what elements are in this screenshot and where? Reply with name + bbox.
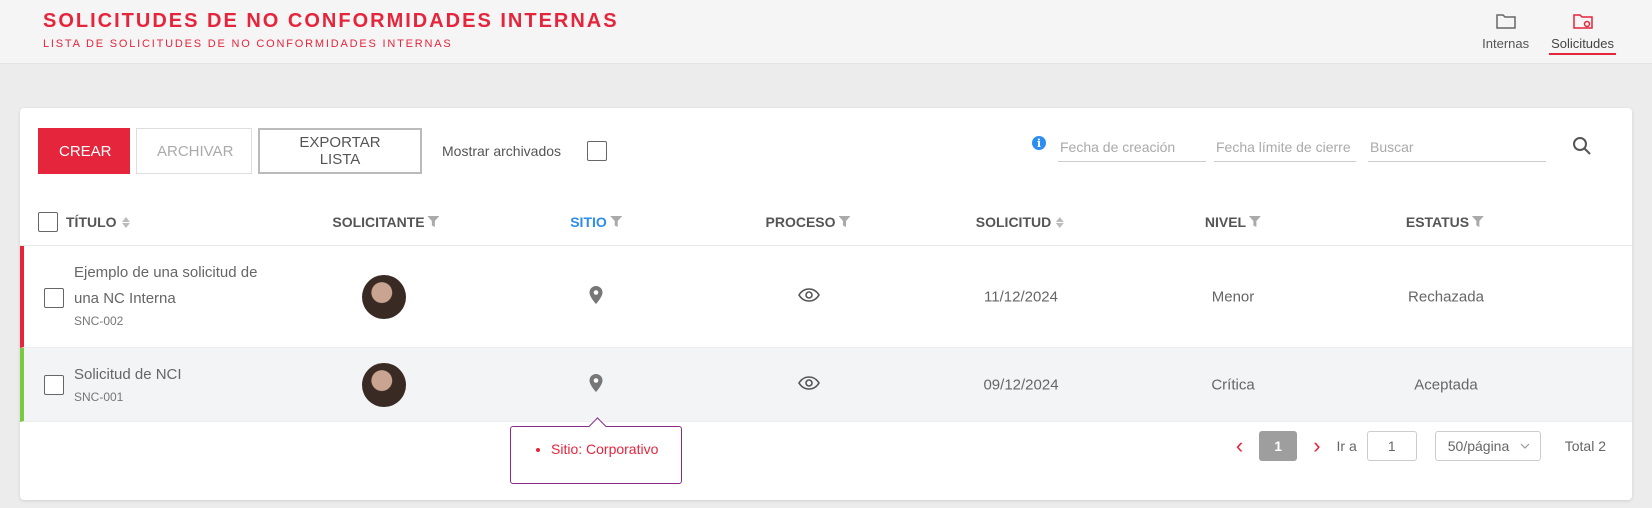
toolbar: CREAR ARCHIVAR EXPORTAR LISTA Mostrar ar… — [38, 128, 608, 174]
deadline-date-input[interactable] — [1214, 132, 1356, 162]
avatar — [362, 363, 406, 407]
column-level-label: NIVEL — [1204, 214, 1247, 230]
column-status-label: ESTATUS — [1405, 214, 1470, 230]
nav-internas[interactable]: Internas — [1480, 12, 1531, 55]
process-view-button[interactable] — [798, 288, 820, 306]
row-title[interactable]: Solicitud de NCI — [74, 362, 284, 388]
column-request-label: SOLICITUD — [975, 214, 1052, 230]
row-code: SNC-002 — [74, 314, 124, 328]
export-list-button[interactable]: EXPORTAR LISTA — [258, 128, 422, 174]
row-code: SNC-001 — [74, 390, 124, 404]
site-tooltip: Sitio: Corporativo — [510, 426, 682, 484]
column-level[interactable]: NIVEL — [1204, 214, 1262, 230]
row-title-block: Solicitud de NCI SNC-001 — [74, 362, 284, 404]
column-requester-label: SOLICITANTE — [332, 214, 425, 230]
row-title-block: Ejemplo de una solicitud de una NC Inter… — [74, 260, 284, 328]
create-button[interactable]: CREAR — [38, 128, 130, 174]
nav-solicitudes[interactable]: Solicitudes — [1549, 12, 1616, 55]
column-process[interactable]: PROCESO — [765, 214, 851, 230]
column-requester[interactable]: SOLICITANTE — [332, 214, 440, 230]
sort-icon[interactable] — [121, 216, 130, 228]
table-header: TÍTULO SOLICITANTE SITIO PROCESO SOLICIT… — [20, 186, 1632, 246]
column-status[interactable]: ESTATUS — [1405, 214, 1485, 230]
filters: i — [1032, 132, 1592, 162]
site-pin-button[interactable] — [589, 286, 603, 308]
nav-internas-label: Internas — [1482, 36, 1530, 51]
row-date: 09/12/2024 — [983, 376, 1059, 394]
info-icon[interactable]: i — [1032, 136, 1046, 150]
eye-icon — [798, 288, 820, 302]
archive-button[interactable]: ARCHIVAR — [136, 128, 252, 174]
eye-icon — [798, 376, 820, 390]
search-input[interactable] — [1368, 132, 1546, 162]
column-title-label: TÍTULO — [66, 214, 117, 230]
page-title: SOLICITUDES DE NO CONFORMIDADES INTERNAS — [43, 10, 619, 32]
filter-icon[interactable] — [1472, 216, 1485, 228]
page-subtitle: LISTA DE SOLICITUDES DE NO CONFORMIDADES… — [43, 38, 453, 50]
filter-icon[interactable] — [609, 216, 622, 228]
table-row[interactable]: Solicitud de NCI SNC-001 09/12/2024 Crít… — [20, 348, 1632, 422]
site-pin-button[interactable] — [589, 374, 603, 396]
total-count: Total 2 — [1564, 438, 1606, 454]
row-checkbox[interactable] — [44, 375, 64, 395]
row-status: Aceptada — [1414, 376, 1478, 394]
row-level: Menor — [1211, 288, 1255, 306]
location-pin-icon — [589, 286, 603, 304]
show-archived-checkbox[interactable] — [587, 141, 608, 161]
pagination: ‹ 1 › Ir a 50/página Total 2 — [1230, 431, 1606, 461]
current-page[interactable]: 1 — [1259, 431, 1298, 461]
nav-solicitudes-label: Solicitudes — [1551, 36, 1614, 51]
goto-page-input[interactable] — [1366, 431, 1417, 461]
next-page-button[interactable]: › — [1307, 435, 1326, 457]
column-site[interactable]: SITIO — [570, 214, 622, 230]
column-process-label: PROCESO — [765, 214, 836, 230]
prev-page-button[interactable]: ‹ — [1230, 435, 1249, 457]
row-status: Rechazada — [1408, 288, 1484, 306]
folder-settings-icon — [1572, 14, 1593, 29]
select-all-checkbox[interactable] — [38, 212, 58, 232]
row-title[interactable]: Ejemplo de una solicitud de una NC Inter… — [74, 260, 284, 312]
row-level: Crítica — [1211, 376, 1255, 394]
filter-icon[interactable] — [1249, 216, 1262, 228]
show-archived-label: Mostrar archivados — [442, 143, 562, 159]
table-row[interactable]: Ejemplo de una solicitud de una NC Inter… — [20, 246, 1632, 348]
creation-date-input[interactable] — [1058, 132, 1206, 162]
header-nav: Internas Solicitudes — [1480, 12, 1616, 55]
column-request[interactable]: SOLICITUD — [975, 214, 1065, 230]
requester-avatar[interactable] — [362, 363, 406, 407]
requester-avatar[interactable] — [362, 275, 406, 319]
page-size-select[interactable]: 50/página — [1434, 431, 1541, 461]
chevron-down-icon — [1520, 443, 1530, 449]
tooltip-list: Sitio: Corporativo — [511, 441, 681, 457]
folder-icon — [1495, 14, 1516, 29]
page-header: SOLICITUDES DE NO CONFORMIDADES INTERNAS… — [0, 0, 1652, 64]
sort-icon[interactable] — [1056, 216, 1065, 228]
tooltip-item: Sitio: Corporativo — [551, 441, 681, 457]
page-size-value: 50/página — [1447, 438, 1510, 454]
row-date: 11/12/2024 — [984, 288, 1058, 306]
search-icon[interactable] — [1572, 136, 1592, 156]
filter-icon[interactable] — [838, 216, 851, 228]
avatar — [362, 275, 406, 319]
requests-card: CREAR ARCHIVAR EXPORTAR LISTA Mostrar ar… — [20, 108, 1632, 500]
filter-icon[interactable] — [427, 216, 440, 228]
goto-label: Ir a — [1336, 438, 1357, 454]
location-pin-icon — [589, 374, 603, 392]
process-view-button[interactable] — [798, 376, 820, 394]
column-title[interactable]: TÍTULO — [66, 214, 130, 230]
row-checkbox[interactable] — [44, 288, 64, 308]
column-site-label: SITIO — [570, 214, 607, 230]
